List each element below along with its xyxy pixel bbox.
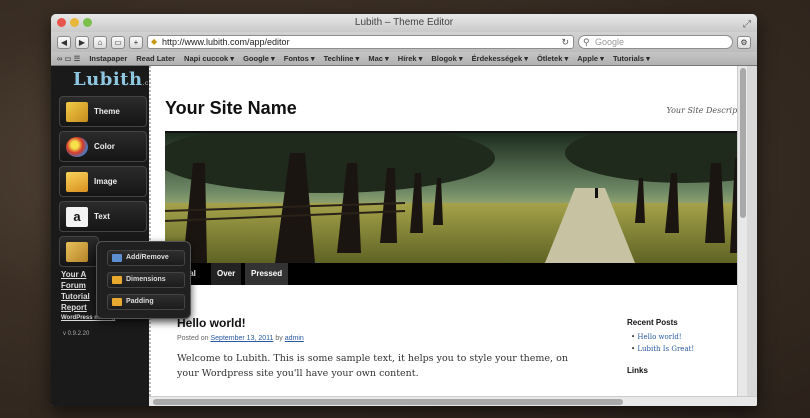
fullscreen-icon[interactable]: ⤢	[743, 16, 751, 34]
post-meta-by: by	[275, 335, 283, 342]
browser-toolbar: ◀ ▶ ⌂ ▭ + ◆ http://www.lubith.com/app/ed…	[51, 32, 757, 52]
title-bar: Lubith – Theme Editor ⤢	[51, 14, 757, 32]
reading-list-icon[interactable]: ∞ ▭ ☰	[57, 54, 80, 63]
post-author-link[interactable]: admin	[285, 335, 304, 342]
address-text: http://www.lubith.com/app/editor	[162, 37, 290, 47]
padding-icon	[112, 298, 122, 306]
easel-icon	[66, 101, 88, 122]
theme-preview: Your Site Name Your Site Descripti Over …	[149, 66, 747, 396]
browser-content: Lubith.com Theme Color Image a Text	[51, 66, 757, 406]
recent-posts-heading: Recent Posts	[627, 318, 678, 327]
forward-button[interactable]: ▶	[75, 35, 89, 49]
post-date-link[interactable]: September 13, 2011	[210, 335, 273, 342]
add-bookmark-button[interactable]: +	[129, 35, 143, 49]
image-button[interactable]: Image	[59, 166, 147, 197]
theme-button-label: Theme	[94, 107, 120, 116]
search-icon: ⚲	[583, 37, 590, 47]
layout-popup-menu: Add/Remove Dimensions Padding	[96, 241, 191, 319]
color-button-label: Color	[94, 142, 115, 151]
bookmark-item[interactable]: Google ▾	[243, 54, 275, 63]
recent-post-link[interactable]: Hello world!	[631, 331, 694, 343]
vertical-scroll-thumb[interactable]	[740, 68, 746, 218]
text-button[interactable]: a Text	[59, 201, 147, 232]
padding-label: Padding	[126, 298, 154, 305]
browser-window: Lubith – Theme Editor ⤢ ◀ ▶ ⌂ ▭ + ◆ http…	[51, 14, 757, 406]
links-heading: Links	[627, 366, 648, 375]
bookmark-item[interactable]: Tutorials ▾	[613, 54, 650, 63]
bookmark-item[interactable]: Apple ▾	[577, 54, 604, 63]
window-controls	[57, 18, 92, 27]
layout-icon	[66, 241, 88, 262]
theme-button[interactable]: Theme	[59, 96, 147, 127]
layout-button[interactable]	[59, 236, 99, 267]
padding-button[interactable]: Padding	[107, 294, 185, 310]
bookmark-item[interactable]: Érdekességek ▾	[472, 54, 528, 63]
bookmark-item[interactable]: Mac ▾	[368, 54, 388, 63]
search-placeholder: Google	[595, 37, 625, 47]
palette-icon	[66, 136, 88, 157]
bookmark-item[interactable]: Napi cuccok ▾	[184, 54, 234, 63]
text-a-icon: a	[66, 206, 88, 227]
bookmark-item[interactable]: Ötletek ▾	[537, 54, 568, 63]
lubith-logo[interactable]: Lubith.com	[73, 69, 159, 90]
site-description[interactable]: Your Site Descripti	[667, 106, 743, 115]
search-field[interactable]: ⚲ Google	[578, 35, 733, 49]
tree-avenue-image	[165, 133, 747, 263]
version-label: v 0.9.2.20	[63, 331, 90, 337]
settings-gear-button[interactable]: ⚙	[737, 35, 751, 49]
bookmarks-bar: ∞ ▭ ☰ Instapaper Read Later Napi cuccok …	[51, 52, 757, 66]
editor-sidebar: Lubith.com Theme Color Image a Text	[51, 66, 159, 406]
dimensions-icon	[112, 276, 122, 284]
dimensions-label: Dimensions	[126, 276, 166, 283]
dimensions-button[interactable]: Dimensions	[107, 272, 185, 288]
horizontal-scrollbar[interactable]	[149, 396, 757, 406]
horizontal-scroll-thumb[interactable]	[153, 399, 623, 405]
reload-icon[interactable]: ↻	[561, 36, 569, 48]
menu-item-over[interactable]: Over	[211, 263, 242, 285]
site-name[interactable]: Your Site Name	[165, 98, 297, 119]
window-title: Lubith – Theme Editor	[354, 17, 454, 28]
post-meta: Posted on September 13, 2011 by admin	[177, 335, 304, 342]
post-meta-prefix: Posted on	[177, 335, 209, 342]
address-bar[interactable]: ◆ http://www.lubith.com/app/editor ↻	[147, 35, 574, 49]
home-button[interactable]: ⌂	[93, 35, 107, 49]
recent-posts-list: Hello world! Lubith Is Great!	[631, 331, 694, 355]
text-button-label: Text	[94, 212, 110, 221]
nav-menu: rmal Over Pressed	[165, 263, 747, 285]
add-remove-icon	[112, 254, 122, 262]
bookmark-item[interactable]: Read Later	[136, 54, 175, 63]
bookmark-item[interactable]: Blogok ▾	[431, 54, 462, 63]
add-remove-button[interactable]: Add/Remove	[107, 250, 185, 266]
bookmark-item[interactable]: Instapaper	[89, 54, 127, 63]
bookmark-item[interactable]: Techline ▾	[324, 54, 360, 63]
add-remove-label: Add/Remove	[126, 254, 169, 261]
close-window-button[interactable]	[57, 18, 66, 27]
bookmark-item[interactable]: Hírek ▾	[398, 54, 423, 63]
post-body: Welcome to Lubith. This is some sample t…	[177, 353, 568, 379]
image-button-label: Image	[94, 177, 118, 186]
site-key-icon: ◆	[151, 37, 158, 46]
zoom-window-button[interactable]	[83, 18, 92, 27]
menu-item-pressed[interactable]: Pressed	[245, 263, 289, 285]
back-button[interactable]: ◀	[57, 35, 71, 49]
picture-icon	[66, 171, 88, 192]
bookmark-button[interactable]: ▭	[111, 35, 125, 49]
color-button[interactable]: Color	[59, 131, 147, 162]
recent-post-link[interactable]: Lubith Is Great!	[631, 343, 694, 355]
header-banner-image[interactable]	[165, 133, 747, 263]
minimize-window-button[interactable]	[70, 18, 79, 27]
bookmark-item[interactable]: Fontos ▾	[284, 54, 315, 63]
vertical-scrollbar[interactable]	[737, 66, 747, 396]
